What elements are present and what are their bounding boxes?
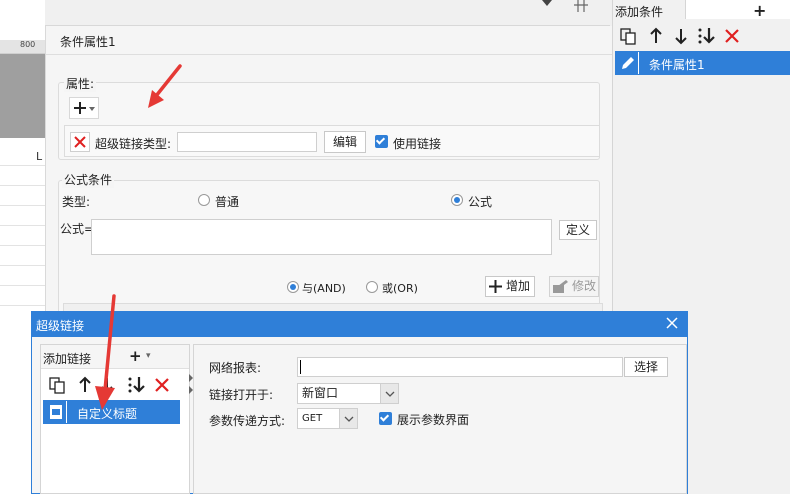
hyperlink-dialog: 超级链接 添加链接 + ▾ 自定义标题 网络报表: 选择 链接打开于: 新窗口 … [31,311,688,494]
plus-dropdown-icon [74,102,95,114]
condition-item-label: 条件属性1 [649,58,705,72]
show-param-checkbox[interactable] [379,412,392,425]
hyperlink-attribute-row: 超级链接类型: 编辑 使用链接 [64,125,600,157]
open-in-select[interactable]: 新窗口 [297,383,399,404]
page-margin-area [0,54,45,138]
add-condition-button[interactable]: 增加 [485,276,535,297]
arrow-up-icon[interactable] [647,26,665,46]
move-bottom-icon[interactable] [127,375,145,395]
type-label: 类型: [62,195,91,209]
formula-input[interactable] [91,219,552,255]
type-formula-radio[interactable] [451,194,463,206]
add-condition-box [685,0,790,19]
use-link-checkbox[interactable] [375,135,388,148]
panel-title: 条件属性1 [60,35,116,49]
chevron-down-icon[interactable]: ▾ [146,351,151,361]
grid-icon[interactable] [574,0,588,12]
param-method-label: 参数传递方式: [209,414,286,428]
annotation-arrow-icon [148,64,182,108]
chevron-down-icon [339,409,357,428]
delete-icon[interactable] [723,26,741,46]
close-icon [74,136,86,148]
delete-attribute-button[interactable] [70,132,90,152]
edit-icon [617,52,639,74]
condition-list-item[interactable]: 条件属性1 [615,51,790,75]
modify-button[interactable]: 修改 [549,276,599,297]
or-radio[interactable] [366,281,378,293]
close-icon[interactable] [664,315,680,331]
define-button[interactable]: 定义 [559,220,597,240]
add-condition-plus-icon[interactable]: + [753,1,766,20]
show-param-label: 展示参数界面 [397,413,470,427]
custom-title-icon [45,401,67,423]
hyperlink-type-label: 超级链接类型: [95,137,172,151]
param-method-select[interactable]: GET [297,408,358,429]
type-normal-label: 普通 [215,195,240,209]
plus-icon [489,280,502,293]
type-formula-label: 公式 [468,195,493,209]
copy-icon[interactable] [49,375,67,395]
web-report-label: 网络报表: [209,361,262,375]
hyperlink-type-input[interactable] [177,132,317,152]
filter-icon[interactable] [540,0,554,8]
open-in-label: 链接打开于: [209,388,274,402]
checkmark-icon [379,412,390,422]
use-link-label: 使用链接 [393,137,442,151]
add-button-label: 增加 [506,279,531,293]
arrow-down-icon[interactable] [672,26,690,46]
copy-icon[interactable] [620,26,638,46]
modify-icon [553,280,568,293]
ruler: 800 [0,40,45,54]
add-attribute-button[interactable] [69,97,99,119]
formula-condition-label: 公式条件 [62,171,115,188]
web-report-input[interactable] [297,357,623,377]
add-link-label: 添加链接 [43,352,92,366]
select-button[interactable]: 选择 [624,357,668,377]
param-method-value: GET [302,413,323,424]
link-settings-panel: 网络报表: 选择 链接打开于: 新窗口 参数传递方式: GET 展示参数界面 [193,344,687,494]
modify-button-label: 修改 [572,279,597,293]
checkmark-icon [375,135,386,145]
type-normal-radio[interactable] [198,194,210,206]
edit-button[interactable]: 编辑 [324,131,366,153]
delete-icon[interactable] [153,375,171,395]
and-radio[interactable] [287,281,299,293]
open-in-value: 新窗口 [302,386,339,400]
condition-toolbar [613,26,790,50]
or-label: 或(OR) [382,282,418,295]
title-divider [46,54,613,55]
formula-label: 公式= [60,222,95,236]
dialog-titlebar: 超级链接 [32,312,687,337]
move-bottom-icon[interactable] [697,26,715,46]
add-condition-title: 添加条件 [615,5,664,19]
dialog-title: 超级链接 [36,319,85,333]
add-link-plus-icon[interactable]: + [129,347,142,365]
chevron-down-icon [380,384,398,403]
text-cursor [300,360,301,374]
top-toolbar-background [0,0,610,26]
column-letter: L [36,150,43,163]
attributes-label: 属性: [64,75,97,92]
and-label: 与(AND) [302,282,346,295]
condition-properties-panel: 条件属性1 属性: 超级链接类型: 编辑 使用链接 公式条件 类型: 普通 公式… [45,26,613,326]
annotation-arrow-icon [95,294,116,410]
